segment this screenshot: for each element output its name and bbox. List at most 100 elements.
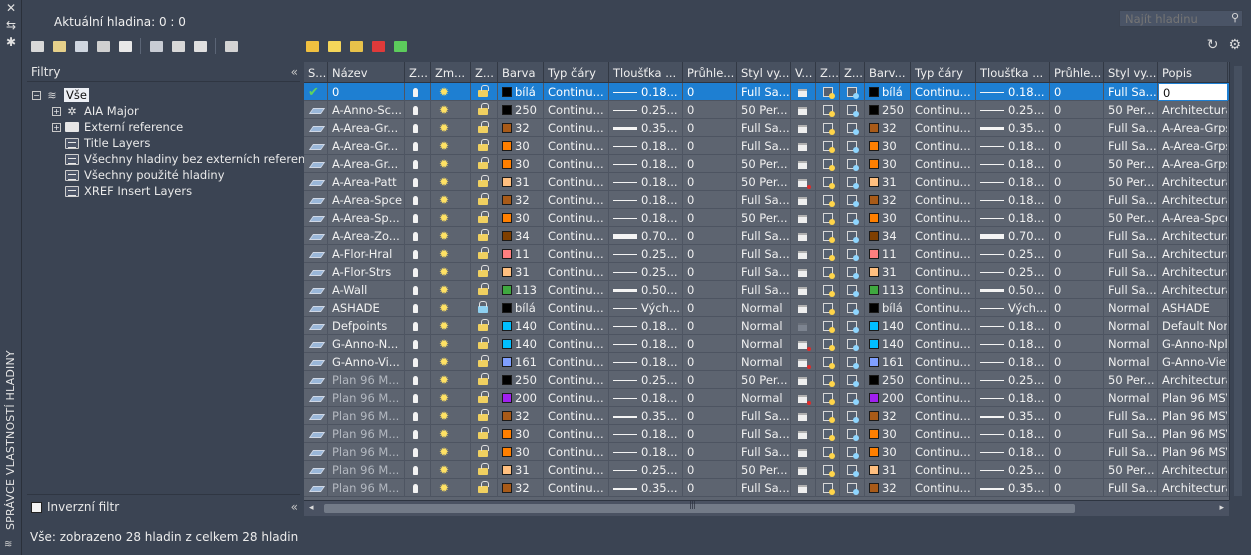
- tree-node-xref[interactable]: + Externí reference: [27, 119, 300, 135]
- column-header[interactable]: Průhle...: [683, 62, 737, 82]
- new-property-filter-icon[interactable]: [28, 38, 46, 54]
- lineweight-cell[interactable]: Vých...: [609, 299, 683, 317]
- vp-color-cell[interactable]: 32: [865, 479, 911, 497]
- column-header[interactable]: Styl vy...: [737, 62, 791, 82]
- tree-node-aia-major[interactable]: + ✲ AIA Major: [27, 103, 300, 119]
- vp-lineweight-cell[interactable]: 0.70...: [976, 227, 1050, 245]
- lineweight-cell[interactable]: 0.18...: [609, 335, 683, 353]
- vp-linetype-cell[interactable]: Continu...: [911, 209, 976, 227]
- freeze-cell[interactable]: ✹: [431, 119, 471, 137]
- lock-cell[interactable]: [471, 281, 498, 299]
- auto-hide-icon[interactable]: ⇆: [0, 17, 22, 34]
- vp-lineweight-cell[interactable]: 0.25...: [976, 371, 1050, 389]
- vp-lineweight-cell[interactable]: 0.18...: [976, 353, 1050, 371]
- plot-cell[interactable]: [791, 443, 816, 461]
- column-header[interactable]: Tloušťka ...: [976, 62, 1050, 82]
- vp-lineweight-cell[interactable]: 0.18...: [976, 137, 1050, 155]
- vp-linetype-cell[interactable]: Continu...: [911, 371, 976, 389]
- plot-cell[interactable]: [791, 353, 816, 371]
- horizontal-scrollbar[interactable]: ◂ ||| ▸: [304, 500, 1229, 516]
- vp-plotstyle-cell[interactable]: 50 Per...: [1104, 173, 1158, 191]
- vp-color-cell[interactable]: 30: [865, 155, 911, 173]
- plotstyle-cell[interactable]: 50 Per...: [737, 461, 791, 479]
- vp-transparency-cell[interactable]: 0: [1050, 389, 1104, 407]
- layer-name[interactable]: Defpoints: [328, 317, 405, 335]
- freeze-cell[interactable]: ✹: [431, 461, 471, 479]
- vp-lineweight-cell[interactable]: 0.25...: [976, 101, 1050, 119]
- description-cell[interactable]: A-Area-Grps: [1158, 119, 1228, 137]
- plot-cell[interactable]: [791, 281, 816, 299]
- column-header[interactable]: Název: [328, 62, 405, 82]
- vp-plotstyle-cell[interactable]: 50 Per...: [1104, 209, 1158, 227]
- freeze-cell[interactable]: ✹: [431, 317, 471, 335]
- layer-name[interactable]: Plan 96 M...: [328, 461, 405, 479]
- color-cell[interactable]: 113: [498, 281, 544, 299]
- description-cell[interactable]: Architectura: [1158, 461, 1228, 479]
- lineweight-cell[interactable]: 0.25...: [609, 461, 683, 479]
- vp-transparency-cell[interactable]: 0: [1050, 407, 1104, 425]
- layer-row[interactable]: A-Wall ✹ 113 Continu... 0.50... 0 Full Sa... 11…: [304, 281, 1229, 299]
- freeze-cell[interactable]: ✹: [431, 479, 471, 497]
- layer-row[interactable]: A-Area-Gr... ✹ 30 Continu... 0.18... 0 50 Per.…: [304, 155, 1229, 173]
- freeze-cell[interactable]: ✹: [431, 155, 471, 173]
- layer-row[interactable]: Plan 96 M... ✹ 250 Continu... 0.25... 0 50 Per…: [304, 371, 1229, 389]
- transparency-cell[interactable]: 0: [683, 479, 737, 497]
- layer-name[interactable]: A-Area-Gr...: [328, 137, 405, 155]
- vp-freeze2-cell[interactable]: [840, 191, 865, 209]
- vp-color-cell[interactable]: 30: [865, 137, 911, 155]
- vp-transparency-cell[interactable]: 0: [1050, 245, 1104, 263]
- layer-row[interactable]: A-Area-Zo... ✹ 34 Continu... 0.70... 0 Full Sa…: [304, 227, 1229, 245]
- scroll-right-icon[interactable]: ▸: [1219, 503, 1224, 513]
- vp-freeze2-cell[interactable]: [840, 263, 865, 281]
- lineweight-cell[interactable]: 0.35...: [609, 119, 683, 137]
- on-cell[interactable]: [405, 227, 431, 245]
- vp-plotstyle-cell[interactable]: Full Sa...: [1104, 263, 1158, 281]
- vp-lineweight-cell[interactable]: 0.35...: [976, 479, 1050, 497]
- linetype-cell[interactable]: Continu...: [544, 389, 609, 407]
- plotstyle-cell[interactable]: Normal: [737, 299, 791, 317]
- description-cell[interactable]: Architectura: [1158, 173, 1228, 191]
- vp-plotstyle-cell[interactable]: 50 Per...: [1104, 371, 1158, 389]
- vp-color-cell[interactable]: bílá: [865, 83, 911, 101]
- transparency-cell[interactable]: 0: [683, 281, 737, 299]
- vp-lineweight-cell[interactable]: 0.18...: [976, 83, 1050, 101]
- plot-cell[interactable]: [791, 209, 816, 227]
- vp-transparency-cell[interactable]: 0: [1050, 479, 1104, 497]
- transparency-cell[interactable]: 0: [683, 155, 737, 173]
- vp-color-cell[interactable]: 250: [865, 371, 911, 389]
- vp-linetype-cell[interactable]: Continu...: [911, 407, 976, 425]
- color-cell[interactable]: 30: [498, 443, 544, 461]
- description-cell[interactable]: Plan 96 MSV: [1158, 407, 1228, 425]
- description-cell[interactable]: G-Anno-Nplt: [1158, 335, 1228, 353]
- invert-filter-option[interactable]: Inverzní filtr: [31, 500, 119, 514]
- properties-gear-icon[interactable]: ✱: [0, 34, 22, 51]
- plotstyle-cell[interactable]: Full Sa...: [737, 263, 791, 281]
- vp-freeze-cell[interactable]: [816, 371, 840, 389]
- plotstyle-cell[interactable]: Normal: [737, 353, 791, 371]
- lineweight-cell[interactable]: 0.18...: [609, 353, 683, 371]
- tree-node-used-layers[interactable]: Všechny použité hladiny: [27, 167, 300, 183]
- vp-freeze-cell[interactable]: [816, 335, 840, 353]
- plotstyle-cell[interactable]: 50 Per...: [737, 155, 791, 173]
- vp-plotstyle-cell[interactable]: 50 Per...: [1104, 461, 1158, 479]
- vp-freeze2-cell[interactable]: [840, 479, 865, 497]
- on-cell[interactable]: [405, 155, 431, 173]
- transparency-cell[interactable]: 0: [683, 227, 737, 245]
- vp-plotstyle-cell[interactable]: 50 Per...: [1104, 101, 1158, 119]
- linetype-cell[interactable]: Continu...: [544, 209, 609, 227]
- vp-plotstyle-cell[interactable]: Full Sa...: [1104, 137, 1158, 155]
- lock-cell[interactable]: [471, 443, 498, 461]
- on-cell[interactable]: [405, 479, 431, 497]
- linetype-cell[interactable]: Continu...: [544, 335, 609, 353]
- vp-freeze-cell[interactable]: [816, 227, 840, 245]
- freeze-cell[interactable]: ✹: [431, 281, 471, 299]
- on-cell[interactable]: [405, 407, 431, 425]
- column-header[interactable]: Průhle...: [1050, 62, 1104, 82]
- freeze-cell[interactable]: ✹: [431, 389, 471, 407]
- new-layer-vp-icon[interactable]: [347, 38, 365, 54]
- transparency-cell[interactable]: 0: [683, 83, 737, 101]
- vp-freeze-cell[interactable]: [816, 425, 840, 443]
- plotstyle-cell[interactable]: Normal: [737, 335, 791, 353]
- vp-linetype-cell[interactable]: Continu...: [911, 263, 976, 281]
- vp-linetype-cell[interactable]: Continu...: [911, 191, 976, 209]
